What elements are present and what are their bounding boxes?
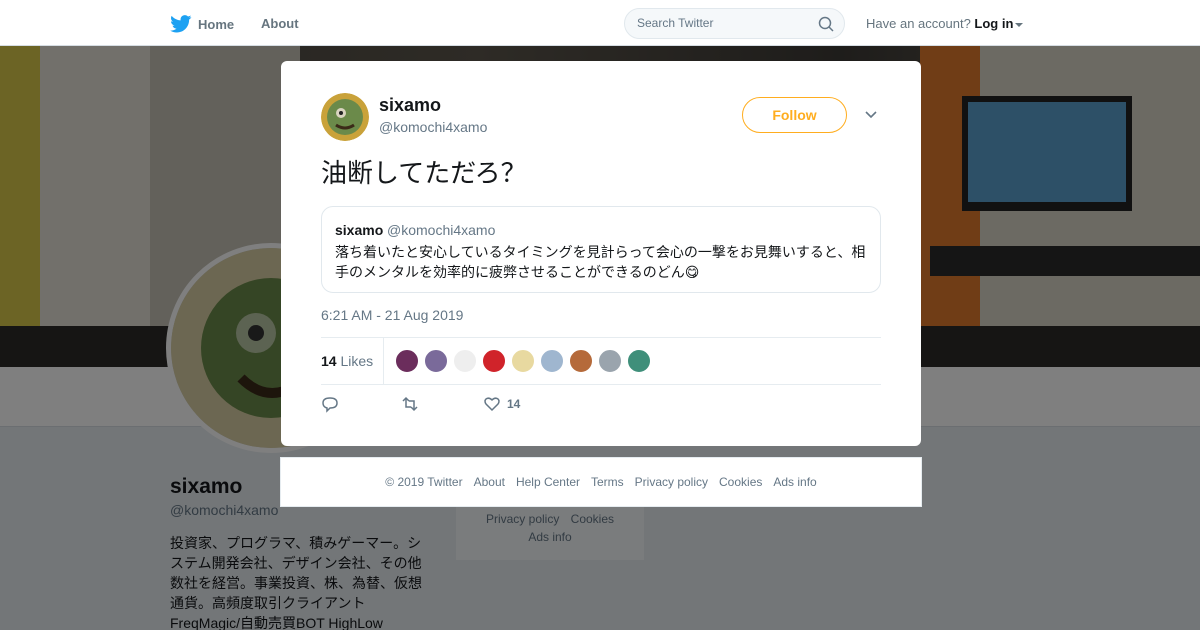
reply-icon bbox=[322, 397, 338, 413]
footer-cookies-link[interactable]: Cookies bbox=[719, 475, 762, 489]
stats-divider bbox=[383, 338, 384, 385]
tweet-author-name[interactable]: sixamo bbox=[379, 95, 441, 116]
modal-footer: © 2019 Twitter About Help Center Terms P… bbox=[280, 457, 922, 507]
tweet-author-avatar[interactable] bbox=[321, 93, 369, 141]
search-box bbox=[624, 8, 845, 39]
liker-avatar[interactable] bbox=[627, 349, 651, 373]
retweet-icon bbox=[402, 396, 418, 412]
likers-avatars bbox=[395, 349, 651, 373]
footer-ads-info-link[interactable]: Ads info bbox=[773, 475, 816, 489]
have-account-text: Have an account? bbox=[866, 16, 971, 31]
avatar-image bbox=[321, 93, 369, 141]
likes-label: Likes bbox=[340, 353, 374, 369]
like-button[interactable]: 14 bbox=[483, 395, 520, 413]
about-link[interactable]: About bbox=[261, 16, 299, 31]
search-input[interactable] bbox=[637, 16, 807, 30]
tweet-timestamp[interactable]: 6:21 AM - 21 Aug 2019 bbox=[321, 307, 463, 323]
tweet-stats: 14 Likes bbox=[321, 337, 881, 385]
tweet-author-handle[interactable]: @komochi4xamo bbox=[379, 119, 487, 135]
chevron-down-icon[interactable] bbox=[863, 107, 879, 123]
liker-avatar[interactable] bbox=[598, 349, 622, 373]
likes-stat[interactable]: 14 Likes bbox=[321, 353, 373, 369]
follow-button[interactable]: Follow bbox=[742, 97, 847, 133]
footer-terms-link[interactable]: Terms bbox=[591, 475, 624, 489]
footer-about-link[interactable]: About bbox=[474, 475, 505, 489]
caret-down-icon[interactable] bbox=[1015, 22, 1024, 27]
search-icon[interactable] bbox=[818, 16, 834, 32]
tweet-actions: 14 bbox=[321, 395, 881, 417]
top-nav: Home About Have an account? Log in bbox=[0, 0, 1200, 46]
footer-help-center-link[interactable]: Help Center bbox=[516, 475, 580, 489]
login-link[interactable]: Log in bbox=[974, 16, 1013, 31]
liker-avatar[interactable] bbox=[569, 349, 593, 373]
home-label: Home bbox=[198, 16, 235, 32]
home-link[interactable]: Home bbox=[170, 13, 234, 35]
liker-avatar[interactable] bbox=[511, 349, 535, 373]
like-count: 14 bbox=[507, 397, 521, 411]
liker-avatar[interactable] bbox=[424, 349, 448, 373]
liker-avatar[interactable] bbox=[540, 349, 564, 373]
login-prompt: Have an account? Log in bbox=[866, 16, 1024, 31]
reply-button[interactable] bbox=[321, 395, 339, 413]
heart-icon bbox=[484, 397, 500, 412]
copyright-text: © 2019 Twitter bbox=[385, 475, 463, 489]
quoted-author-name: sixamo bbox=[335, 222, 384, 238]
quoted-tweet[interactable]: sixamo @komochi4xamo 落ち着いたと安心しているタイミングを見… bbox=[321, 206, 881, 293]
tweet-text: 油断してただろ？ bbox=[321, 158, 527, 188]
liker-avatar[interactable] bbox=[453, 349, 477, 373]
likes-count: 14 bbox=[321, 353, 337, 369]
twitter-bird-icon bbox=[170, 15, 192, 33]
retweet-button[interactable] bbox=[401, 395, 419, 413]
quoted-tweet-text: 落ち着いたと安心しているタイミングを見計らって会心の一撃をお見舞いすると、相手の… bbox=[335, 244, 866, 280]
quoted-author-handle: @komochi4xamo bbox=[387, 222, 496, 238]
close-icon[interactable] bbox=[1155, 13, 1177, 35]
liker-avatar[interactable] bbox=[482, 349, 506, 373]
liker-avatar[interactable] bbox=[395, 349, 419, 373]
tweet-modal: sixamo @komochi4xamo Follow 油断してただろ？ six… bbox=[281, 61, 921, 446]
footer-privacy-link[interactable]: Privacy policy bbox=[635, 475, 708, 489]
